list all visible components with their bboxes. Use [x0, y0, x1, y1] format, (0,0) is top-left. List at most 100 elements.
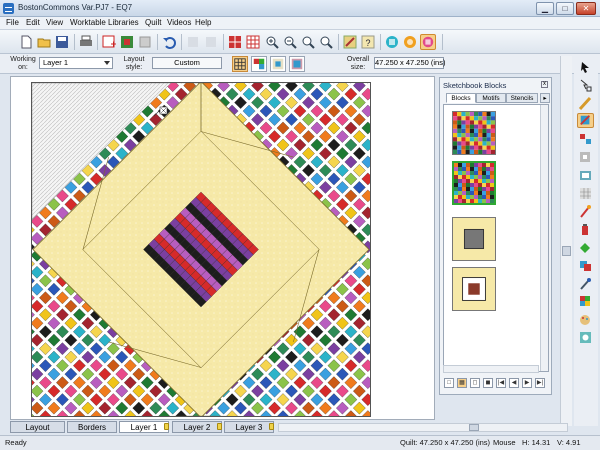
- paste-icon[interactable]: [203, 34, 219, 50]
- sketchbook-scrollbar[interactable]: [540, 105, 548, 371]
- tab-borders[interactable]: Borders: [67, 421, 117, 433]
- tab-layout[interactable]: Layout: [10, 421, 65, 433]
- grid-icon[interactable]: [227, 34, 243, 50]
- first-page-button[interactable]: |◀: [496, 378, 506, 388]
- eyedropper-icon[interactable]: [577, 276, 594, 291]
- tab-layer-3[interactable]: Layer 3: [224, 421, 274, 433]
- thumb-patch: [469, 120, 474, 125]
- options-bar: Working on: Layer 1 Layout style: Custom…: [0, 54, 600, 74]
- new-icon[interactable]: [18, 34, 34, 50]
- block-thumbnail-checker[interactable]: [452, 111, 496, 155]
- nav-button-2[interactable]: ▦: [457, 378, 467, 388]
- checker-patch: [353, 147, 366, 160]
- graph-paper-icon[interactable]: [577, 186, 594, 201]
- delete-icon[interactable]: [137, 34, 153, 50]
- new-block-icon[interactable]: [101, 34, 117, 50]
- quilt-design[interactable]: [13, 62, 392, 432]
- show-grid-icon[interactable]: [245, 34, 261, 50]
- set-block-icon[interactable]: [577, 113, 594, 128]
- image-worktable-icon[interactable]: [402, 34, 418, 50]
- tab-layer-2[interactable]: Layer 2: [172, 421, 222, 433]
- undo-icon[interactable]: [161, 34, 177, 50]
- checker-patch: [73, 410, 86, 423]
- spraycan-icon[interactable]: [577, 222, 594, 237]
- symmetry-icon[interactable]: [577, 132, 594, 147]
- fill-bucket-icon[interactable]: [577, 240, 594, 255]
- tab-motifs[interactable]: Motifs: [476, 93, 506, 103]
- prev-page-button[interactable]: ◀: [509, 378, 519, 388]
- maximize-button[interactable]: □: [556, 2, 574, 15]
- open-icon[interactable]: [36, 34, 52, 50]
- help-icon[interactable]: ?: [360, 34, 376, 50]
- rotate-icon[interactable]: [577, 150, 594, 165]
- menu-help[interactable]: Help: [195, 18, 211, 27]
- select-arrow-icon[interactable]: [577, 60, 594, 75]
- menu-libraries[interactable]: Libraries: [108, 18, 139, 27]
- zoom-in-icon[interactable]: [264, 34, 280, 50]
- overall-size-value: 47.250 x 47.250 (ins): [374, 57, 446, 69]
- checker-patch: [344, 138, 358, 152]
- last-page-button[interactable]: ▶|: [535, 378, 545, 388]
- block-worktable-icon[interactable]: [384, 34, 400, 50]
- menu-quilt[interactable]: Quilt: [145, 18, 161, 27]
- working-on-select[interactable]: Layer 1: [39, 57, 113, 69]
- block-thumbnail-framed[interactable]: [452, 267, 496, 311]
- thumb-patch: [457, 128, 462, 133]
- paintbrush-icon[interactable]: [577, 204, 594, 219]
- menu-view[interactable]: View: [46, 18, 63, 27]
- minimize-button[interactable]: ▁: [536, 2, 554, 15]
- sketchbook-close-button[interactable]: x: [541, 81, 548, 88]
- thumb-patch: [474, 175, 478, 179]
- tab-stencils[interactable]: Stencils: [506, 93, 538, 103]
- menu-file[interactable]: File: [6, 18, 19, 27]
- menu-worktable[interactable]: Worktable: [70, 18, 106, 27]
- quilt-canvas[interactable]: [13, 62, 392, 432]
- menu-edit[interactable]: Edit: [26, 18, 40, 27]
- close-button[interactable]: ✕: [576, 2, 596, 15]
- checker-patch: [344, 121, 358, 135]
- tab-blocks[interactable]: Blocks: [446, 93, 476, 103]
- color-palette-icon[interactable]: [577, 312, 594, 327]
- zoom-icon[interactable]: [318, 34, 334, 50]
- next-page-button[interactable]: ▶: [522, 378, 532, 388]
- checker-patch: [336, 113, 349, 126]
- quilt-worktable-icon[interactable]: [420, 34, 436, 50]
- print-icon[interactable]: [78, 34, 94, 50]
- adjust-tool-icon[interactable]: [577, 78, 594, 93]
- flip-icon[interactable]: [577, 168, 594, 183]
- swap-colors-icon[interactable]: [577, 258, 594, 273]
- zoom-fit-icon[interactable]: [300, 34, 316, 50]
- nav-button-1[interactable]: □: [444, 378, 454, 388]
- zoom-out-icon[interactable]: [282, 34, 298, 50]
- scroll-thumb[interactable]: [562, 246, 571, 256]
- nav-button-3[interactable]: ◻: [470, 378, 480, 388]
- view-layout-icon[interactable]: [232, 56, 248, 72]
- save-icon[interactable]: [54, 34, 70, 50]
- vertical-scrollbar[interactable]: [560, 56, 572, 426]
- thumb-patch: [458, 175, 462, 179]
- menu-videos[interactable]: Videos: [167, 18, 191, 27]
- sketchbook-hscrollbar[interactable]: [443, 365, 539, 373]
- checker-patch: [234, 79, 247, 92]
- thumb-patch: [486, 112, 491, 117]
- checker-patch: [276, 87, 290, 101]
- view-fabric-icon[interactable]: [270, 56, 286, 72]
- view-realistic-icon[interactable]: [289, 56, 305, 72]
- edit-quilt-icon[interactable]: [342, 34, 358, 50]
- block-thumbnail-checker-selected[interactable]: [452, 161, 496, 205]
- copy-icon[interactable]: [185, 34, 201, 50]
- block-thumbnail-square-in-square[interactable]: [452, 217, 496, 261]
- view-fabrics-icon[interactable]: [251, 56, 267, 72]
- add-block-icon[interactable]: [119, 34, 135, 50]
- brush-icon[interactable]: [577, 96, 594, 111]
- quilt-worktable[interactable]: [10, 62, 435, 432]
- applique-icon[interactable]: [577, 330, 594, 345]
- thumb-patch: [462, 175, 466, 179]
- tab-scroll-right[interactable]: ▸: [540, 93, 550, 103]
- tab-layer-1[interactable]: Layer 1: [119, 421, 169, 433]
- checker-patch: [39, 342, 52, 356]
- thumb-patch: [458, 167, 462, 171]
- hscroll-thumb[interactable]: [469, 424, 479, 431]
- fabric-grid-icon[interactable]: [577, 294, 594, 309]
- nav-button-4[interactable]: ◼: [483, 378, 493, 388]
